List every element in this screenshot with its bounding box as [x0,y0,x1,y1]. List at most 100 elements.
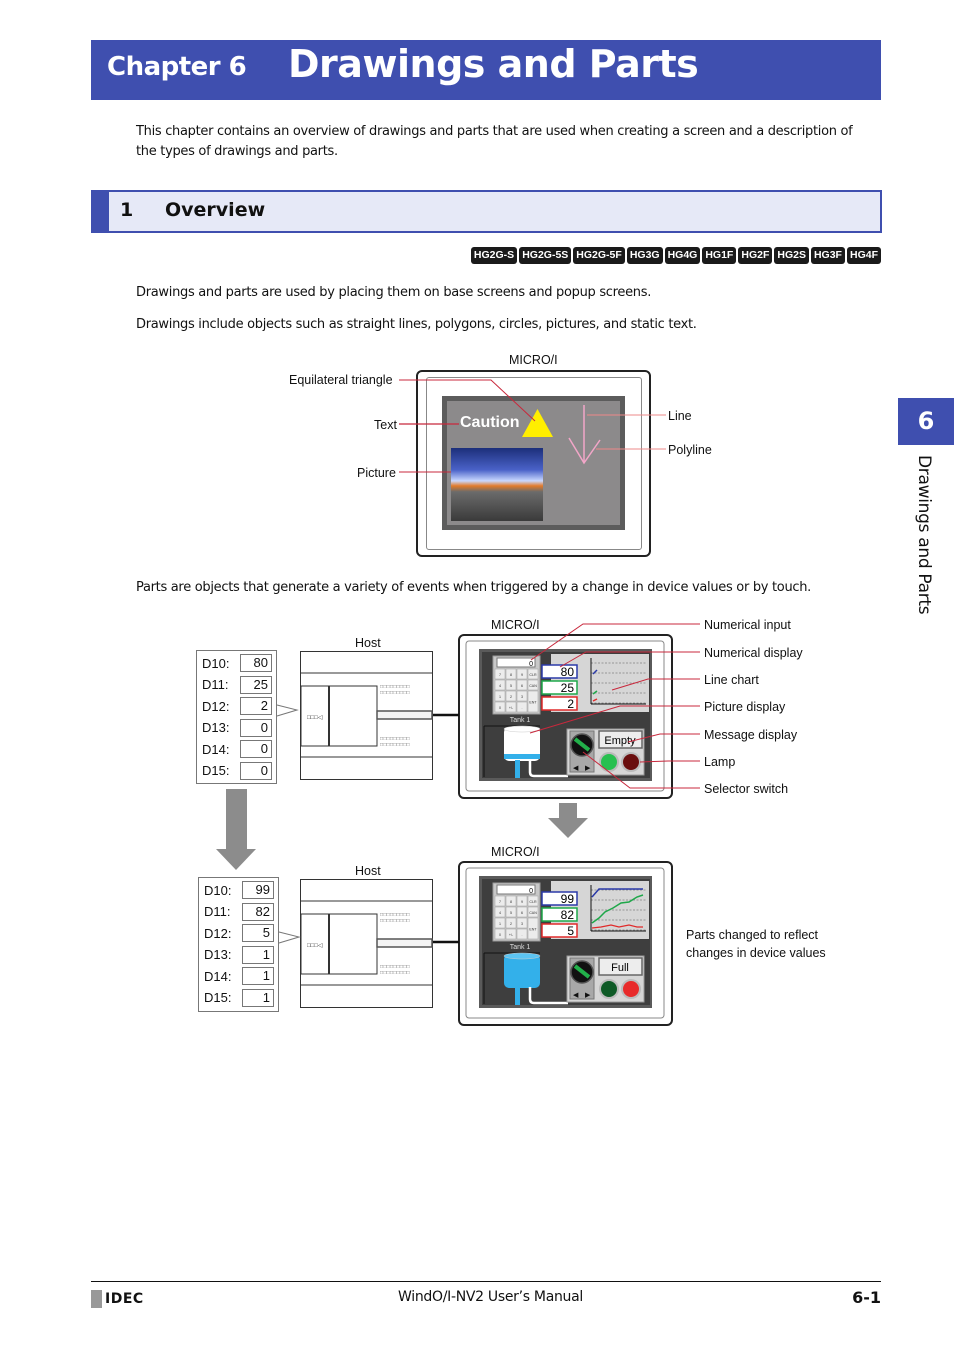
host-io-terminals: □□□□□□□□□ [380,690,410,696]
keypad-display-value: 0 [529,888,533,895]
selector-right-arrow-icon: ▶ [585,764,591,772]
register-label: D15: [204,990,232,1005]
numerical-display-value: 82 [561,908,575,922]
register-value: 0 [240,740,272,758]
lamp-green [599,979,619,999]
keypad-key-label: 2 [510,695,512,699]
register-value: 25 [240,675,272,694]
page-number: 6-1 [852,1288,881,1307]
register-row: D11: 82 [204,902,274,921]
numerical-display-value: 99 [561,892,575,906]
lamp-green [599,752,619,772]
register-value: 99 [242,881,274,899]
register-value: 1 [242,988,274,1007]
register-label: D12: [204,925,232,941]
numerical-display-value: 25 [561,681,575,695]
register-label: D13: [202,720,230,735]
tank-pipe [515,760,520,778]
keypad-key-label: . [522,933,523,937]
register-label: D13: [204,947,232,962]
keypad-key-label: CAN [529,911,537,915]
keypad-display-value: 0 [529,661,533,668]
parts-diagram: □□□◁ □□□□□□□□□ □□□□□□□□□ □□□□□□□□□ □□□□□□□□□… [216,623,700,1019]
tank-pipe [515,987,520,1005]
keypad-key-label: 7 [499,673,501,677]
keypad-key-label: 5 [510,911,512,915]
register-label: D15: [202,763,230,778]
register-row: D12: 2 [202,697,272,715]
keypad-key-label: 8 [510,900,512,904]
host-indicator-icon: □□□◁ [307,943,323,949]
selector-right-arrow-icon: ▶ [585,991,591,999]
keypad-key-label: 4 [499,684,501,688]
register-row: D11: 25 [202,675,272,694]
register-row: D15: 1 [204,988,274,1007]
selector-left-arrow-icon: ◀ [573,991,579,999]
register-value: 2 [240,697,272,715]
selector-left-arrow-icon: ◀ [573,764,579,772]
register-row: D15: 0 [202,761,272,780]
register-pointer [278,931,301,944]
down-arrow-screen-icon [548,803,588,838]
footer-divider [91,1281,881,1282]
register-value: 1 [242,967,274,985]
keypad-key-label: 1 [499,922,501,926]
chapter-side-text: Drawings and Parts [914,455,934,615]
keypad-key-label: 4 [499,911,501,915]
register-value: 80 [240,654,272,672]
tank-label: Tank 1 [510,944,531,951]
logo-text: IDEC [105,1291,144,1307]
keypad-key-label: 3 [521,695,523,699]
keypad-key-label: 9 [521,673,523,677]
keypad-key-label: 1 [499,695,501,699]
keypad-key-label: 7 [499,900,501,904]
host-port [376,710,433,720]
keypad-key-label: CLR [529,900,537,904]
register-value: 1 [242,945,274,964]
numerical-display-value: 80 [561,665,575,679]
keypad-key-label: CAN [529,684,537,688]
register-label: D10: [202,655,230,671]
host-port [376,938,433,948]
keypad-key-label: 3 [521,922,523,926]
register-row: D13: 1 [204,945,274,964]
register-value: 5 [242,924,274,942]
register-value: 82 [242,902,274,921]
idec-logo: IDEC [91,1290,144,1308]
message-display-text: Full [611,962,629,974]
keypad-key-label: 6 [521,684,523,688]
register-value: 0 [240,718,272,737]
register-label: D11: [202,677,229,692]
register-row: D14: 0 [202,740,272,758]
footer-manual-title: WindO/I-NV2 User’s Manual [398,1289,583,1305]
logo-mark-icon [91,1290,102,1308]
register-row: D13: 0 [202,718,272,737]
register-label: D14: [202,741,230,757]
lamp-red [621,979,641,999]
keypad-key-label: 5 [510,684,512,688]
register-pointer [276,704,299,717]
numerical-display-value: 2 [567,697,574,711]
register-label: D11: [204,904,231,919]
register-label: D14: [204,968,232,984]
host-io-terminals: □□□□□□□□□ [380,970,410,976]
register-row: D14: 1 [204,967,274,985]
down-arrow-registers-icon [216,789,256,870]
keypad-key-label: 8 [510,673,512,677]
keypad-key-label: 0 [499,706,501,710]
keypad-key-label: . [522,706,523,710]
keypad-key-label: ENT [529,701,537,705]
register-label: D12: [202,698,230,714]
keypad-key-label: 2 [510,922,512,926]
keypad-key-label: ENT [529,928,537,932]
keypad-key-label: CLR [529,673,537,677]
tank-label: Tank 1 [510,717,531,724]
chapter-side-tab: 6 [898,398,954,445]
lamp-red [621,752,641,772]
register-row: D10: 80 [202,654,272,672]
keypad-key-label: 0 [499,933,501,937]
host-indicator-icon: □□□◁ [307,715,323,721]
register-row: D12: 5 [204,924,274,942]
tank-top [503,952,541,960]
register-row: D10: 99 [204,881,274,899]
